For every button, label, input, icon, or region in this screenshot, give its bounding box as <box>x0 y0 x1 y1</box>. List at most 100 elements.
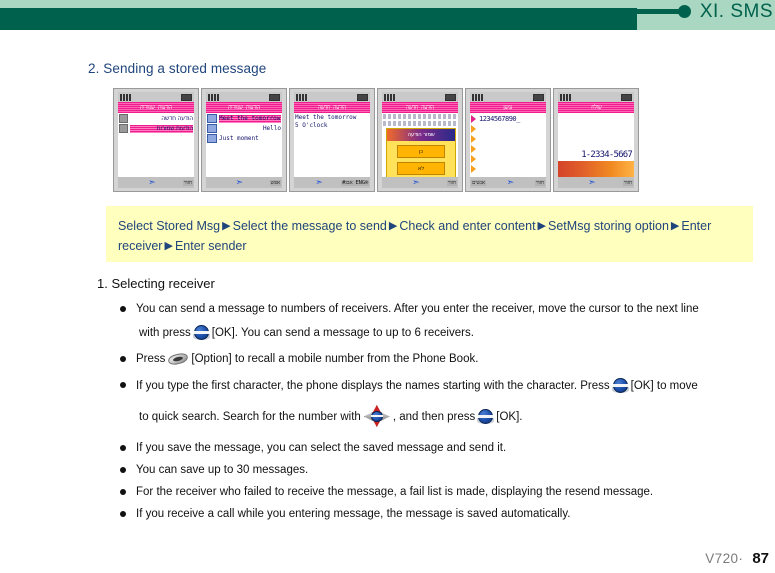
phone-screen-body: שמור הודעה כן לא <box>382 113 458 177</box>
dialog-no-button[interactable]: לא <box>397 162 445 175</box>
signal-icon <box>208 93 219 101</box>
bullet-text: You can send a message to numbers of rec… <box>136 303 699 315</box>
ok-key-glyph: ➣ <box>588 177 596 187</box>
phone-softkey-bar: ➣ אפש <box>206 177 282 188</box>
nav-key-icon <box>363 405 390 427</box>
section-title: 2. Sending a stored message <box>88 61 267 76</box>
dialog-title-bar: שמור הודעה <box>387 129 455 141</box>
flow-step: Enter sender <box>174 239 247 253</box>
flow-arrow-icon: ▶ <box>670 220 680 232</box>
confirm-dialog: שמור הודעה כן לא <box>386 128 456 177</box>
model-label: V720· <box>705 551 744 566</box>
flow-step: Select Stored Msg <box>118 219 221 233</box>
bullet-dot-icon <box>120 489 126 495</box>
receiver-slot <box>471 154 545 164</box>
phone-softkey-bar: אנשים ➣ חזור <box>470 177 546 188</box>
bullet-text: Press <box>136 353 166 365</box>
bullet-text: For the receiver who failed to receive t… <box>136 486 654 498</box>
receiver-slot <box>471 134 545 144</box>
chapter-title: XI. SMS <box>699 1 773 22</box>
arrow-icon <box>471 145 476 153</box>
ok-key-glyph: ➣ <box>412 177 420 187</box>
list-index-box <box>119 124 128 133</box>
ok-key-icon <box>192 325 210 340</box>
phone-status-bar <box>118 92 194 102</box>
phone-screenshot-enter-receiver: נמען 1234567890_ אנשים ➣ חזור <box>465 88 551 192</box>
header-dark-bar <box>0 8 637 30</box>
arrow-icon <box>471 135 476 143</box>
ok-key-glyph: ➣ <box>315 177 323 187</box>
list-item: Just moment <box>207 134 281 143</box>
phone-status-bar <box>206 92 282 102</box>
dialog-yes-button[interactable]: כן <box>397 145 445 158</box>
phone-softkey-bar: ➣ חזור <box>558 177 634 188</box>
list-item: You can send a message to numbers of rec… <box>120 302 775 340</box>
background-text-line <box>383 114 457 119</box>
list-item: Meet the tomorrow <box>207 114 281 123</box>
receiver-slot <box>471 164 545 174</box>
phone-screenshot-storing-option: הודעה חדשה שמור הודעה כן לא ➣ חזור <box>377 88 463 192</box>
bullet-text: to quick search. Search for the number w… <box>139 411 361 423</box>
bullet-text: [OK] to move <box>630 380 698 392</box>
signal-icon <box>296 93 307 101</box>
flow-arrow-icon: ▶ <box>388 220 398 232</box>
page-number: 87 <box>752 550 769 567</box>
decorative-banner <box>558 161 634 177</box>
sender-number-value: 1-2334-5667 <box>581 150 633 160</box>
bullet-text: [OK]. You can send a message to up to 6 … <box>211 327 474 339</box>
phone-status-bar <box>294 92 370 102</box>
list-item: הודעה חדשה <box>119 114 193 123</box>
bullet-text: [OK]. <box>496 411 523 423</box>
phone-softkey-bar: ➣ חזור <box>118 177 194 188</box>
phone-screenshot-strip: הודעות שמורות הודעה חדשה הודעות שמורות ➣… <box>113 88 639 192</box>
battery-icon <box>533 93 544 101</box>
phone-title-bar: הודעה חדשה <box>294 102 370 113</box>
bullet-dot-icon <box>120 306 126 312</box>
phone-screen-body: Meet the tomorrow Hello Just moment <box>206 113 282 177</box>
phone-title-bar: הודעות שמורות <box>118 102 194 113</box>
bullet-text: You can save up to 30 messages. <box>136 464 309 476</box>
list-item: If you type the first character, the pho… <box>120 378 775 427</box>
page-header: XI. SMS <box>0 0 775 34</box>
ok-key-glyph: ➣ <box>506 177 515 187</box>
phone-softkey-bar: ➣ חזור <box>382 177 458 188</box>
flow-steps-box: Select Stored Msg ▶ Select the message to … <box>106 206 753 262</box>
flow-step: Select the message to send <box>232 219 387 233</box>
softkey-right-label: #אבג ENG® <box>341 179 369 186</box>
list-item-label-selected: הודעות שמורות <box>130 124 193 133</box>
arrow-icon <box>471 125 476 133</box>
phone-screenshot-enter-sender: שולח 1-2334-5667 ➣ חזור <box>553 88 639 192</box>
list-item-label-selected: Meet the tomorrow <box>219 114 281 123</box>
phone-screen-body: 1-2334-5667 <box>558 113 634 177</box>
subsection-title: 1. Selecting receiver <box>97 276 215 291</box>
background-text-line <box>383 121 457 126</box>
list-item: You can save up to 30 messages. <box>120 463 775 477</box>
softkey-right-label: חזור <box>182 179 193 186</box>
list-item-label: הודעה חדשה <box>161 114 193 122</box>
flow-arrow-icon: ▶ <box>164 240 173 252</box>
phone-status-bar <box>470 92 546 102</box>
message-text-line: 5 O'clock <box>295 122 328 129</box>
battery-icon <box>621 93 632 101</box>
flow-arrow-icon: ▶ <box>537 220 547 232</box>
phone-screenshot-stored-msg-list: הודעות שמורות הודעה חדשה הודעות שמורות ➣… <box>113 88 199 192</box>
phone-screen-body: Meet the tomorrow 5 O'clock <box>294 113 370 177</box>
bullet-list: You can send a message to numbers of rec… <box>120 302 775 523</box>
list-item: הודעות שמורות <box>119 124 193 133</box>
receiver-slot <box>471 124 545 134</box>
arrow-icon <box>471 155 476 163</box>
receiver-slot <box>471 144 545 154</box>
bullet-text: If you type the first character, the pho… <box>136 380 610 392</box>
ok-key-glyph: ➣ <box>235 177 244 187</box>
softkey-right-label: חזור <box>534 179 545 186</box>
phone-status-bar <box>558 92 634 102</box>
phone-screen-body: 1234567890_ <box>470 113 546 177</box>
bullet-text: If you receive a call while you entering… <box>136 508 571 520</box>
phone-softkey-bar: ➣ #אבג ENG® <box>294 177 370 188</box>
message-text-line: Meet the tomorrow <box>295 114 357 121</box>
battery-icon <box>445 93 456 101</box>
bullet-text: If you save the message, you can select … <box>136 442 507 454</box>
envelope-icon <box>207 124 217 133</box>
battery-icon <box>357 93 368 101</box>
softkey-right-label: חזור <box>446 179 457 186</box>
